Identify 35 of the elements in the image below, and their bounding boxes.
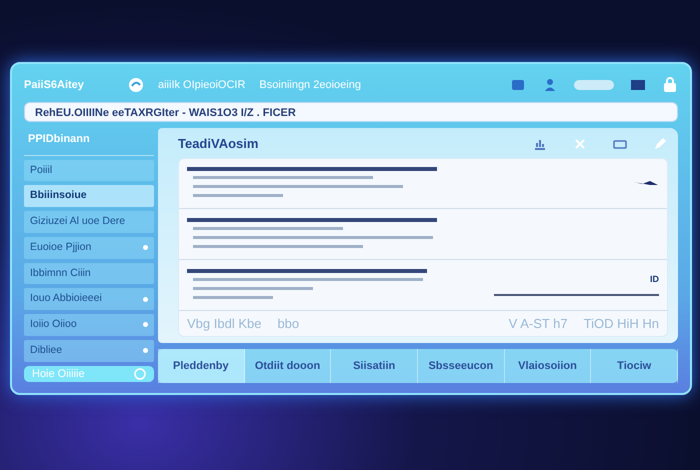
panel-title: TeadiVAosim bbox=[178, 135, 258, 153]
sidebar-item[interactable]: Dibliee bbox=[24, 340, 154, 362]
toggle-icon[interactable] bbox=[574, 79, 614, 91]
tab[interactable]: Pleddenby bbox=[158, 349, 245, 383]
logo-icon bbox=[128, 77, 144, 93]
lock-icon[interactable] bbox=[662, 77, 678, 93]
dot-icon bbox=[143, 348, 148, 354]
sidebar-item[interactable]: Poiiil bbox=[24, 160, 154, 182]
card-icon[interactable] bbox=[630, 77, 646, 93]
footer-label: Vbg Ibdl Kbe bbox=[187, 314, 262, 333]
dot-icon bbox=[143, 245, 148, 250]
sidebar-item[interactable]: Iouo Abbioieeei bbox=[24, 288, 154, 310]
reading: ID bbox=[650, 272, 659, 286]
sidebar-item[interactable]: Giziuzei Al uoe Dere bbox=[24, 211, 154, 233]
tab[interactable]: Otdiit dooon bbox=[244, 349, 332, 383]
dot-icon bbox=[143, 322, 148, 328]
dot-icon bbox=[143, 296, 148, 302]
circle-icon bbox=[134, 368, 146, 380]
sidebar-item[interactable]: Ioiio Oiioo bbox=[24, 314, 154, 336]
person-icon[interactable] bbox=[542, 77, 558, 93]
window-title: PaiiS6Aitey bbox=[24, 78, 85, 93]
tab[interactable]: Vlaiosoiion bbox=[504, 349, 592, 383]
footer-label: TiOD HiH Hn bbox=[584, 314, 659, 333]
sidebar-item[interactable]: Ibbimnn Ciiin bbox=[24, 262, 154, 284]
footer-label: V A-ST h7 bbox=[508, 314, 568, 333]
subtitle: Bsoiniingn 2eoioeing bbox=[259, 78, 361, 93]
tab[interactable]: Siisatiin bbox=[331, 349, 418, 383]
app-name: aiiiIk OIpieoiOCIR bbox=[158, 78, 246, 93]
footer-label: bbo bbox=[277, 314, 300, 333]
sidebar-title: PPIDbinann bbox=[27, 132, 91, 147]
sidebar-item[interactable]: Euoioe Pjjion bbox=[24, 236, 154, 258]
tab[interactable]: Tiociw bbox=[591, 349, 678, 383]
tab[interactable]: Sbsseeucon bbox=[418, 349, 505, 383]
sidebar-item[interactable]: Bbiiinsoiue bbox=[24, 185, 154, 207]
address-field[interactable]: RehEU.OIIIINe eeTAXRGIter - WAIS1O3 I/Z . FICER bbox=[24, 102, 678, 122]
